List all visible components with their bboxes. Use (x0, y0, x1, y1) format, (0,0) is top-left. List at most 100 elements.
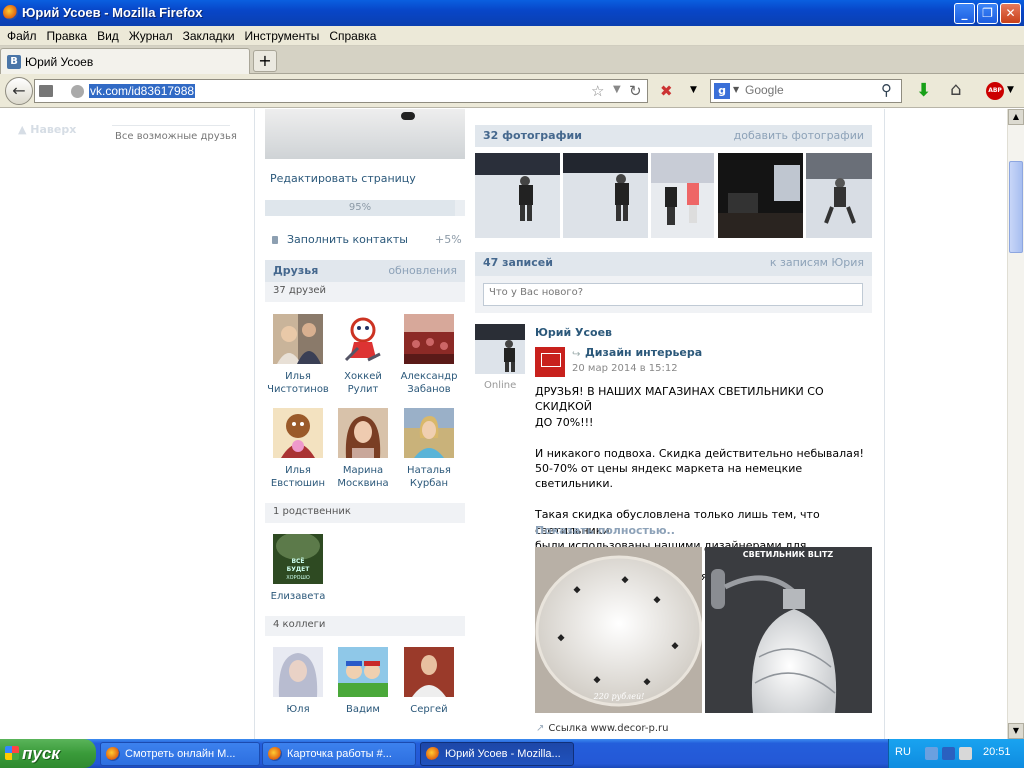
start-button[interactable]: пуск (0, 739, 96, 768)
post-date[interactable]: 20 мар 2014 в 15:12 (572, 363, 678, 374)
home-icon[interactable]: ⌂ (950, 79, 961, 100)
photo-thumbnail[interactable] (651, 153, 714, 238)
colleague-name[interactable]: Юля (265, 703, 331, 716)
friend-name[interactable]: Александр (396, 370, 462, 383)
language-indicator[interactable]: RU (895, 746, 911, 758)
colleague-avatar[interactable] (404, 647, 454, 697)
friend-avatar[interactable] (338, 408, 388, 458)
post-image-lamp-1[interactable]: 220 рублей! (535, 547, 702, 713)
wall-posts-count[interactable]: 47 записей (483, 256, 553, 269)
back-button[interactable]: ← (5, 77, 33, 105)
repost-group-name[interactable]: Дизайн интерьера (585, 346, 702, 359)
friend-name[interactable]: Забанов (396, 383, 462, 396)
photo-thumbnail[interactable] (806, 153, 872, 238)
photos-count[interactable]: 32 фотографии (483, 129, 582, 142)
friend-avatar[interactable] (273, 408, 323, 458)
colleague-name[interactable]: Вадим (330, 703, 396, 716)
post-author-name[interactable]: Юрий Усоев (535, 326, 612, 339)
url-history-dropdown-icon[interactable]: ▼ (613, 84, 621, 95)
friends-count-bar[interactable]: 37 друзей (265, 282, 465, 302)
menu-view[interactable]: Вид (92, 26, 124, 46)
search-icon[interactable]: ⚲ (881, 81, 892, 99)
reload-icon[interactable]: ↻ (629, 82, 642, 100)
colleague-item[interactable]: Вадим (330, 647, 396, 716)
network-icon[interactable] (942, 747, 955, 760)
engine-dropdown-icon[interactable]: ▼ (733, 85, 739, 94)
minimize-button[interactable]: _ (954, 3, 975, 24)
search-bar[interactable]: g ▼ ⚲ (710, 79, 902, 103)
friend-name[interactable]: Хоккей (330, 370, 396, 383)
menu-history[interactable]: Журнал (124, 26, 178, 46)
page-scrollbar[interactable]: ▲ ▼ (1007, 109, 1024, 739)
bookmark-star-icon[interactable]: ☆ (591, 82, 604, 100)
friend-name[interactable]: Чистотинов (265, 383, 331, 396)
relative-item[interactable]: ВСЁ БУДЕТ ХОРОШО Елизавета (265, 534, 331, 603)
friend-item[interactable]: Марина Москвина (330, 408, 396, 490)
new-post-box[interactable] (483, 283, 863, 306)
profile-photo[interactable] (265, 109, 465, 159)
friend-name[interactable]: Курбан (396, 477, 462, 490)
colleague-avatar[interactable] (338, 647, 388, 697)
adblock-dropdown-icon[interactable]: ▼ (1007, 85, 1014, 95)
new-post-input[interactable] (489, 287, 859, 298)
show-more-link[interactable]: Показать полностью.. (535, 524, 675, 537)
friend-avatar[interactable] (404, 314, 454, 364)
scrollbar-thumb[interactable] (1009, 161, 1023, 253)
colleagues-count[interactable]: 4 коллеги (273, 619, 325, 630)
window-titlebar[interactable]: Юрий Усоев - Mozilla Firefox _ ❐ ✕ (0, 0, 1024, 26)
url-bar[interactable]: vk.com/id83617988 ☆ ▼ ↻ (34, 79, 648, 103)
scroll-down-button[interactable]: ▼ (1008, 723, 1024, 739)
add-photos-link[interactable]: добавить фотографии (734, 129, 864, 142)
colleagues-count-bar[interactable]: 4 коллеги (265, 616, 465, 636)
post-author-avatar[interactable] (475, 324, 525, 374)
friend-name[interactable]: Илья (265, 370, 331, 383)
colleague-item[interactable]: Сергей (396, 647, 462, 716)
friend-item[interactable]: Илья Чистотинов (265, 314, 331, 396)
taskbar-item-active[interactable]: Юрий Усоев - Mozilla... (420, 742, 574, 766)
post-image-lamp-2[interactable]: СВЕТИЛЬНИК BLITZ (705, 547, 872, 713)
menu-file[interactable]: Файл (2, 26, 42, 46)
site-identity-icon[interactable] (71, 85, 84, 98)
edit-page-link[interactable]: Редактировать страницу (270, 172, 416, 185)
friend-name[interactable]: Марина (330, 464, 396, 477)
adblock-plus-icon[interactable]: ABP (986, 82, 1004, 100)
menu-edit[interactable]: Правка (42, 26, 93, 46)
taskbar-item[interactable]: Карточка работы #... (262, 742, 416, 766)
google-engine-icon[interactable]: g (714, 83, 730, 99)
tab-groups-icon[interactable] (39, 85, 53, 97)
photo-thumbnail[interactable] (563, 153, 648, 238)
all-possible-friends-link[interactable]: Все возможные друзья (115, 131, 237, 142)
friend-item[interactable]: Наталья Курбан (396, 408, 462, 490)
volume-icon[interactable] (959, 747, 972, 760)
menu-help[interactable]: Справка (324, 26, 381, 46)
friend-name[interactable]: Наталья (396, 464, 462, 477)
friend-name[interactable]: Рулит (330, 383, 396, 396)
relatives-count-bar[interactable]: 1 родственник (265, 503, 465, 523)
relatives-count[interactable]: 1 родственник (273, 506, 351, 517)
colleague-item[interactable]: Юля (265, 647, 331, 716)
menu-tools[interactable]: Инструменты (240, 26, 325, 46)
colleague-name[interactable]: Сергей (396, 703, 462, 716)
fill-contacts-link[interactable]: Заполнить контакты (272, 233, 408, 246)
relative-avatar[interactable]: ВСЁ БУДЕТ ХОРОШО (273, 534, 323, 584)
tray-back-icon[interactable] (925, 747, 938, 760)
friend-avatar[interactable] (273, 314, 323, 364)
scroll-up-button[interactable]: ▲ (1008, 109, 1024, 125)
url-text[interactable]: vk.com/id83617988 (89, 84, 196, 98)
maximize-button[interactable]: ❐ (977, 3, 998, 24)
friends-updates-link[interactable]: обновления (388, 264, 457, 277)
download-arrow-icon[interactable]: ⬇ (916, 80, 931, 101)
friend-avatar[interactable] (404, 408, 454, 458)
scroll-to-top-link[interactable]: ▲ Наверх (18, 123, 76, 136)
new-tab-button[interactable]: + (253, 50, 277, 72)
friends-title[interactable]: Друзья (273, 264, 318, 277)
tab-yuri-usoev[interactable]: B Юрий Усоев (0, 48, 250, 74)
taskbar-item[interactable]: Смотреть онлайн М... (100, 742, 260, 766)
post-link[interactable]: ↗ Ссылка www.decor-p.ru (536, 723, 668, 734)
friend-item[interactable]: Хоккей Рулит (330, 314, 396, 396)
friends-count[interactable]: 37 друзей (273, 285, 326, 296)
to-yuri-posts-link[interactable]: к записям Юрия (770, 256, 864, 269)
menu-bookmarks[interactable]: Закладки (178, 26, 240, 46)
friend-name[interactable]: Илья (265, 464, 331, 477)
search-input[interactable] (745, 83, 875, 97)
